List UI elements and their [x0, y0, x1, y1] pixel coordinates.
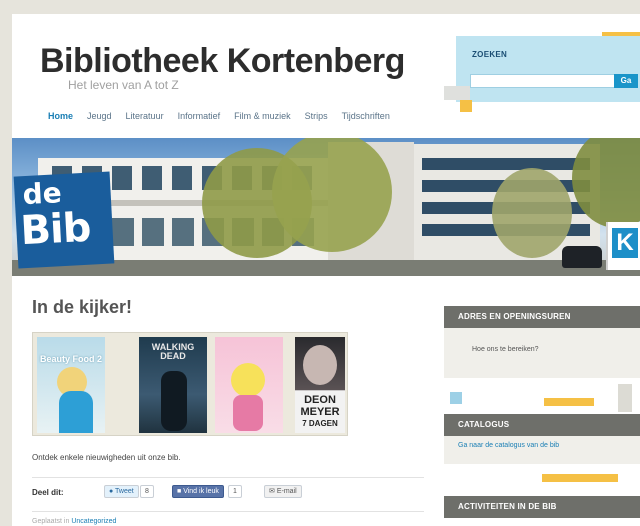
book-cover-walking-dead: WALKING DEAD — [139, 337, 207, 433]
decor-blue-square — [450, 392, 462, 404]
book-cover-deon-meyer: DEON MEYER 7 DAGEN — [295, 337, 345, 433]
facebook-like-count: 1 — [228, 485, 242, 498]
header-banner-image: de Bib K — [12, 138, 640, 276]
figure-face — [303, 345, 337, 385]
car — [562, 246, 602, 268]
envelope-icon: ✉ — [269, 488, 277, 495]
nav-item-informatief[interactable]: Informatief — [178, 111, 221, 121]
directions-link[interactable]: Hoe ons te bereiken? — [472, 346, 539, 353]
site-title[interactable]: Bibliotheek Kortenberg — [40, 42, 405, 81]
search-widget: ZOEKEN Ga — [456, 36, 640, 102]
divider — [32, 511, 424, 512]
nav-item-strips[interactable]: Strips — [305, 111, 328, 121]
figure-silhouette — [161, 371, 187, 431]
search-input[interactable] — [470, 74, 616, 88]
figure-body — [59, 391, 93, 433]
nav-item-jeugd[interactable]: Jeugd — [87, 111, 112, 121]
decor-yellow-square — [460, 100, 472, 112]
share-label: Deel dit: — [32, 488, 64, 497]
figure-dress — [233, 395, 263, 431]
book-title: Beauty Food 2 — [39, 354, 102, 364]
kortenberg-logo: K — [606, 222, 640, 270]
tree-right — [492, 168, 572, 258]
catalog-link[interactable]: Ga naar de catalogus van de bib — [458, 442, 559, 449]
widget-title-adres: ADRES EN OPENINGSUREN — [444, 306, 640, 328]
featured-books-image[interactable]: Beauty Food 2 WALKING DEAD DEON MEYER 7 … — [32, 332, 348, 436]
book-title-line2: MEYER — [300, 406, 340, 418]
post-excerpt: Ontdek enkele nieuwigheden uit onze bib. — [32, 453, 181, 462]
search-button[interactable]: Ga — [614, 74, 638, 88]
widget-title-activiteiten: ACTIVITEITEN IN DE BIB — [444, 496, 640, 518]
email-label: E-mail — [276, 488, 297, 495]
main-nav: Home Jeugd Literatuur Informatief Film &… — [48, 111, 390, 121]
filed-prefix: Geplaatst in — [32, 518, 70, 525]
nav-item-home[interactable]: Home — [48, 111, 73, 121]
post-title[interactable]: In de kijker! — [32, 297, 132, 318]
nav-item-tijdschriften[interactable]: Tijdschriften — [342, 111, 390, 121]
post-category: Geplaatst in Uncategorized — [32, 518, 116, 525]
category-link[interactable]: Uncategorized — [71, 518, 116, 525]
book-title-line3: 7 DAGEN — [302, 419, 338, 428]
figure-head — [231, 363, 265, 397]
email-share-button[interactable]: ✉ E-mail — [264, 485, 302, 498]
divider — [32, 477, 424, 478]
book-cover-pink — [215, 337, 283, 433]
de-bib-logo: de Bib — [13, 171, 115, 269]
site-tagline: Het leven van A tot Z — [68, 78, 179, 92]
book-cover-beauty-food: Beauty Food 2 — [37, 337, 105, 433]
book-title-line1: DEON — [304, 394, 336, 406]
widget-title-catalogus: CATALOGUS — [444, 414, 640, 436]
decor-grey-square — [444, 86, 470, 100]
facebook-like-button[interactable]: ■ Vind ik leuk — [172, 485, 224, 498]
nav-item-film-muziek[interactable]: Film & muziek — [234, 111, 291, 121]
decor-yellow-bar — [542, 474, 618, 482]
nav-item-literatuur[interactable]: Literatuur — [126, 111, 164, 121]
facebook-like-label: Vind ik leuk — [183, 488, 219, 495]
decor-grey-block — [618, 384, 632, 412]
logo-text-bib: Bib — [19, 204, 92, 255]
k-logo-mark: K — [612, 228, 638, 258]
search-label: ZOEKEN — [472, 50, 508, 59]
tweet-count: 8 — [140, 485, 154, 498]
tweet-button[interactable]: ● Tweet — [104, 485, 139, 498]
book-title: WALKING DEAD — [151, 342, 195, 361]
page: Bibliotheek Kortenberg Het leven van A t… — [12, 14, 640, 526]
tweet-label: Tweet — [115, 488, 134, 495]
decor-yellow-bar — [544, 398, 594, 406]
